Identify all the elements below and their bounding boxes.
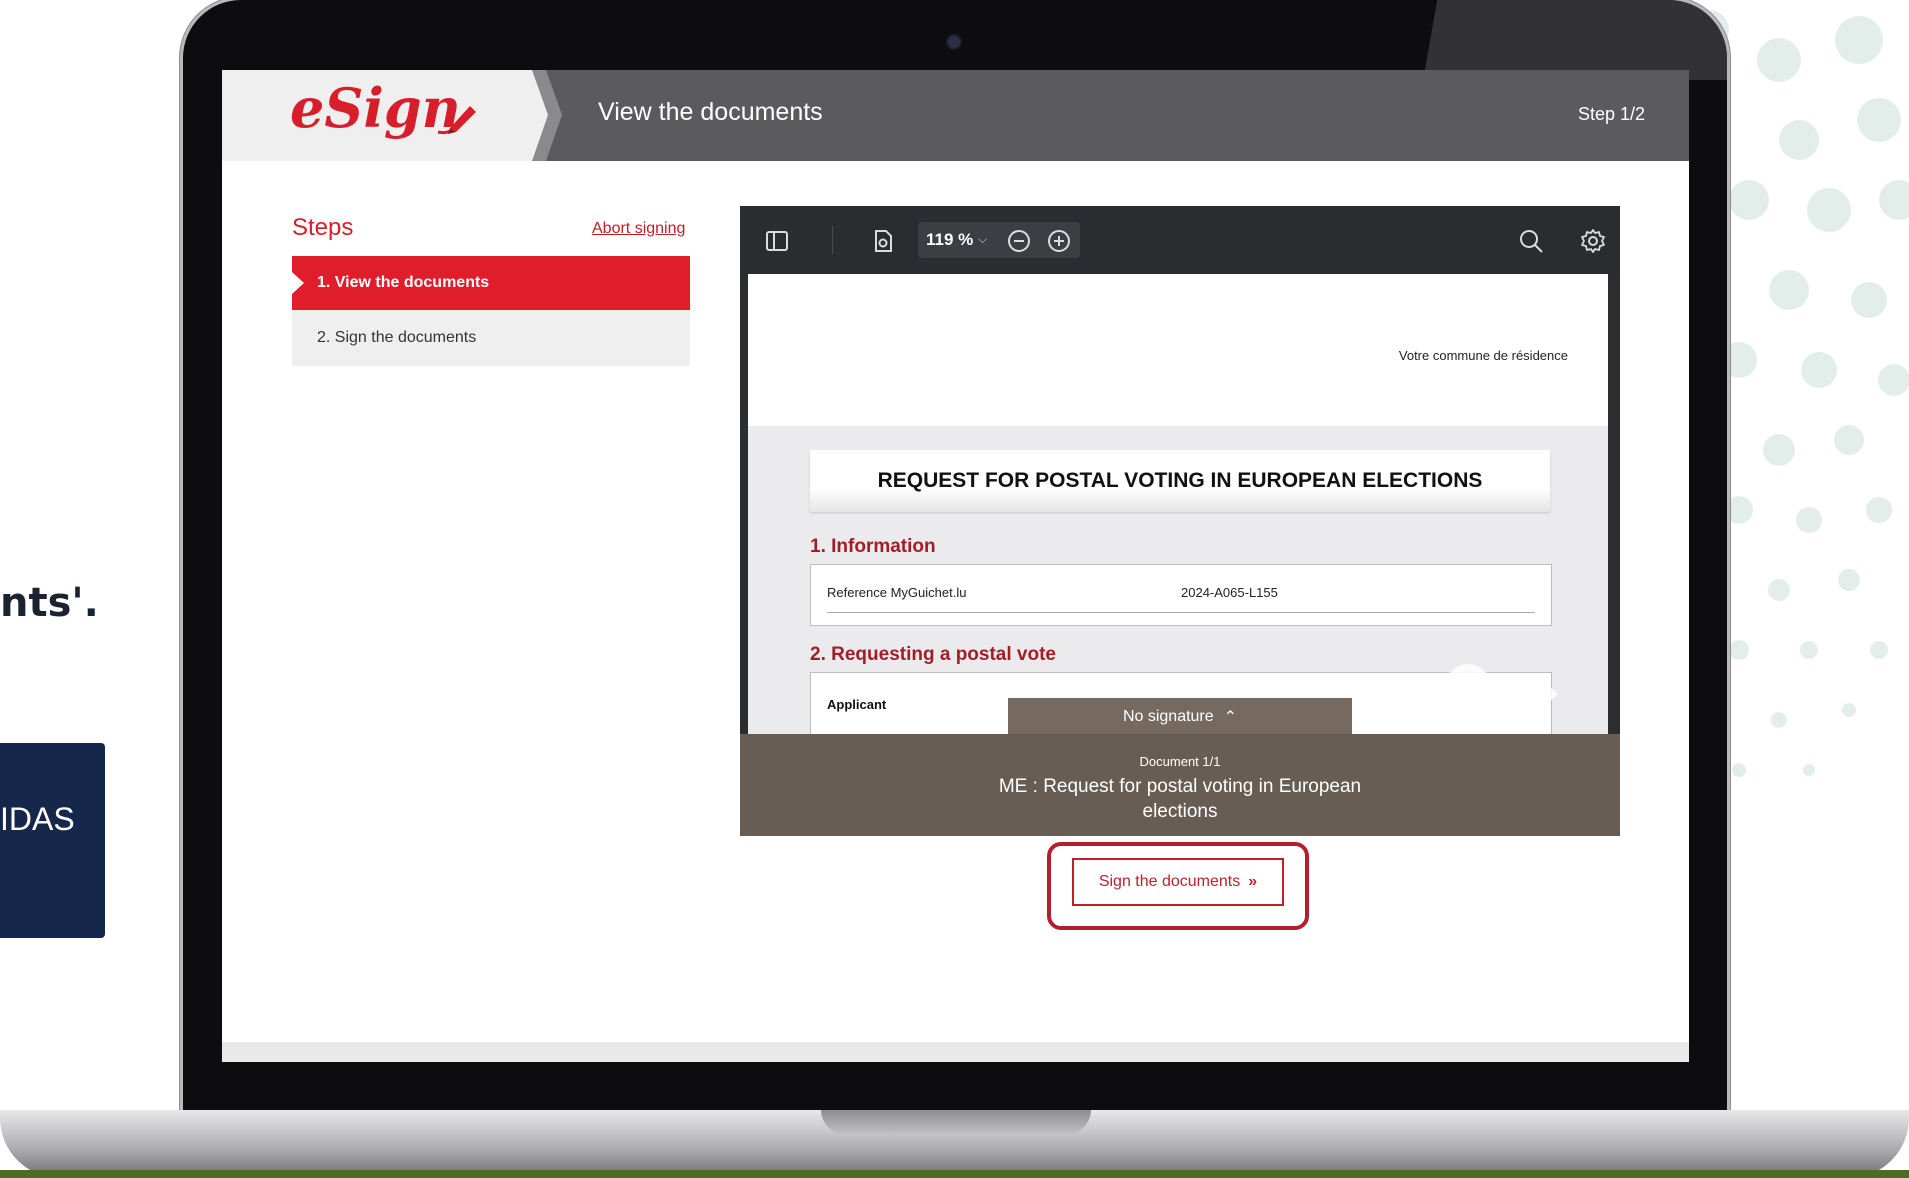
- row-divider: [827, 612, 1535, 613]
- document-name: ME : Request for postal voting in Europe…: [998, 776, 1362, 822]
- zoom-out-icon[interactable]: [1006, 228, 1032, 254]
- chevron-down-icon: ⌵: [978, 232, 988, 246]
- background-text-fragment: nts'.: [0, 580, 99, 626]
- laptop-notch: [821, 1110, 1091, 1134]
- sign-button-label: Sign the documents: [1098, 873, 1241, 890]
- section-heading-information: 1. Information: [810, 536, 936, 557]
- toolbar-divider: [832, 226, 833, 254]
- reference-label: Reference MyGuichet.lu: [827, 585, 967, 600]
- step-item-sign-documents[interactable]: 2. Sign the documents: [292, 310, 690, 366]
- sidebar-toggle-icon[interactable]: [764, 228, 790, 254]
- reference-value: 2024-A065-L155: [1181, 585, 1278, 600]
- document-count: Document 1/1: [1139, 754, 1221, 769]
- information-box: Reference MyGuichet.lu 2024-A065-L155: [810, 564, 1552, 626]
- pdf-viewer: 119 % ⌵ Votre commune de résidence REQUE…: [740, 206, 1620, 836]
- chevron-up-icon: ⌃: [1223, 709, 1238, 726]
- logo-letter-e: e: [290, 76, 325, 140]
- section-heading-postal-vote: 2. Requesting a postal vote: [810, 644, 1056, 665]
- pen-icon: [437, 106, 476, 135]
- document-title: REQUEST FOR POSTAL VOTING IN EUROPEAN EL…: [810, 450, 1550, 512]
- background-green-line: [0, 1170, 1909, 1178]
- laptop-screen: eSign View the documents Step 1/2 Steps …: [222, 70, 1689, 1062]
- commune-text: Votre commune de résidence: [1398, 348, 1568, 363]
- background-card-text: IDAS: [0, 801, 75, 837]
- viewer-toolbar: 119 % ⌵: [740, 206, 1620, 274]
- double-chevron-right-icon: »: [1248, 873, 1258, 890]
- page-header-area: Votre commune de résidence: [748, 274, 1608, 426]
- document-properties-icon[interactable]: [870, 228, 896, 254]
- step-item-view-documents[interactable]: 1. View the documents: [292, 256, 690, 310]
- sign-documents-button[interactable]: Sign the documents »: [1072, 858, 1284, 906]
- steps-heading: Steps: [292, 214, 354, 241]
- document-page-area[interactable]: Votre commune de résidence REQUEST FOR P…: [748, 274, 1608, 734]
- page-title: View the documents: [598, 98, 823, 126]
- zoom-value: 119 %: [926, 230, 974, 249]
- step-indicator: Step 1/2: [1577, 104, 1645, 124]
- applicant-label: Applicant: [827, 697, 887, 712]
- screen-bottom-strip: [222, 1042, 1689, 1062]
- webcam-icon: [946, 34, 962, 50]
- no-signature-label: No signature: [1122, 708, 1214, 725]
- gear-icon[interactable]: [1580, 228, 1606, 254]
- no-signature-toggle[interactable]: No signature ⌃: [1008, 698, 1352, 736]
- zoom-in-icon[interactable]: [1046, 228, 1072, 254]
- dove-watermark-icon: [1448, 664, 1558, 728]
- abort-signing-link[interactable]: Abort signing: [592, 220, 685, 238]
- document-info-bar: Document 1/1 ME : Request for postal vot…: [740, 734, 1620, 836]
- search-icon[interactable]: [1518, 228, 1544, 254]
- background-card: IDAS: [0, 743, 105, 938]
- app-header: eSign View the documents Step 1/2: [222, 70, 1689, 161]
